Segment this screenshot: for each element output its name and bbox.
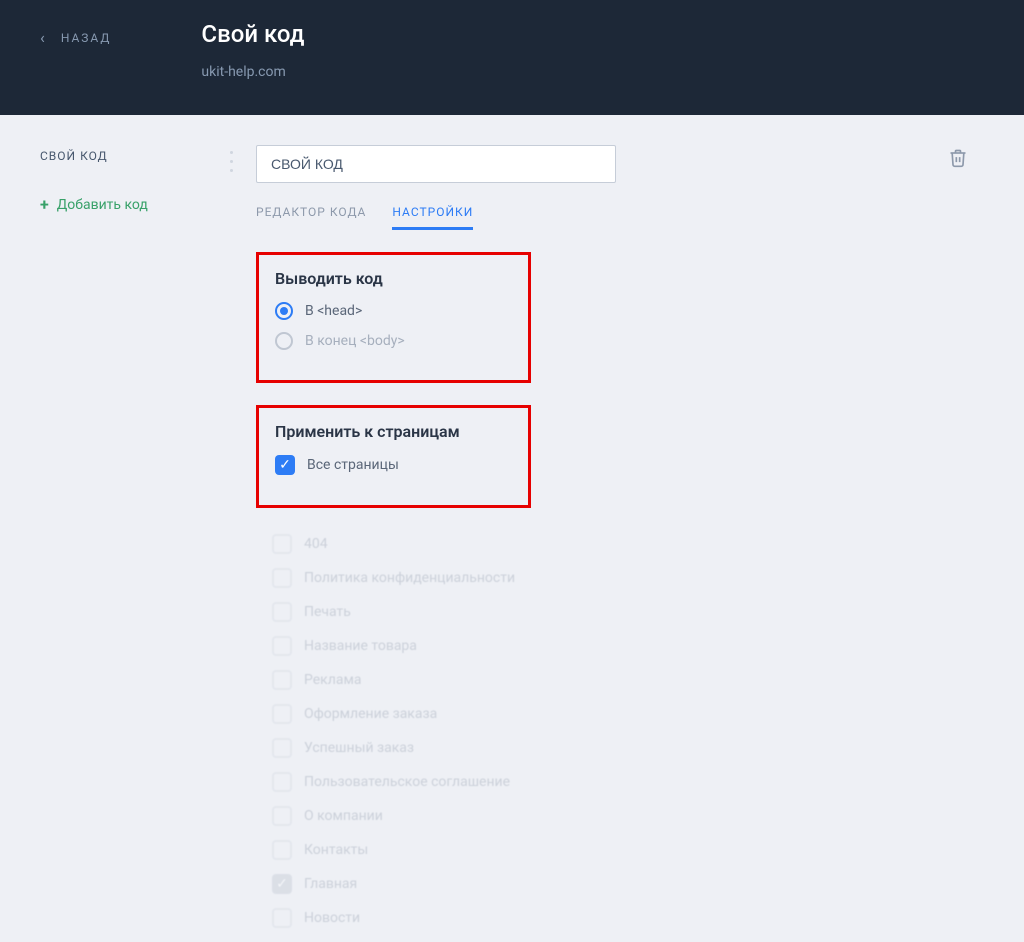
trash-icon [948, 148, 968, 168]
checkbox-unchecked-icon [272, 636, 292, 656]
radio-unchecked-icon [275, 332, 293, 350]
checkbox-unchecked-icon [272, 806, 292, 826]
checkbox-unchecked-icon [272, 534, 292, 554]
checkbox-unchecked-icon [272, 568, 292, 588]
page-item: Пользовательское соглашение [272, 772, 984, 792]
radio-checked-icon [275, 302, 293, 320]
page-item: О компании [272, 806, 984, 826]
sidebar: СВОЙ КОД + Добавить код [40, 145, 230, 942]
page-item: ✓ Главная [272, 874, 984, 894]
tabs: РЕДАКТОР КОДА НАСТРОЙКИ [256, 205, 984, 230]
section-output-title: Выводить код [275, 269, 512, 288]
page-item-label: Успешный заказ [304, 740, 414, 756]
page-item-label: Оформление заказа [304, 706, 437, 722]
page-item-label: О компании [304, 808, 383, 824]
add-code-label: Добавить код [57, 197, 148, 213]
checkbox-unchecked-icon [272, 670, 292, 690]
page-item: Контакты [272, 840, 984, 860]
page-item: 404 [272, 534, 984, 554]
checkbox-checked-icon: ✓ [272, 874, 292, 894]
page-item-label: Печать [304, 604, 351, 620]
output-body-label: В конец <body> [305, 333, 405, 349]
page-item: Новости [272, 908, 984, 928]
section-apply: Применить к страницам ✓ Все страницы [256, 405, 531, 508]
page-item-label: Политика конфиденциальности [304, 570, 515, 586]
page-subtitle: ukit-help.com [201, 64, 304, 80]
page-item: Оформление заказа [272, 704, 984, 724]
sidebar-item-mycode[interactable]: СВОЙ КОД [40, 145, 230, 167]
page-item-label: Главная [304, 876, 357, 892]
output-head-label: В <head> [305, 303, 362, 319]
checkbox-unchecked-icon [272, 772, 292, 792]
output-head-option[interactable]: В <head> [275, 302, 512, 320]
plus-icon: + [40, 195, 49, 214]
page-item: Название товара [272, 636, 984, 656]
page-title: Свой код [201, 20, 304, 48]
all-pages-option[interactable]: ✓ Все страницы [275, 455, 512, 475]
tab-settings[interactable]: НАСТРОЙКИ [392, 205, 473, 230]
page-item: Печать [272, 602, 984, 622]
page-item-label: Новости [304, 910, 360, 926]
page-item: Реклама [272, 670, 984, 690]
page-item-label: 404 [304, 536, 328, 552]
add-code-button[interactable]: + Добавить код [40, 195, 230, 214]
chevron-left-icon: ‹ [40, 30, 47, 46]
section-output: Выводить код В <head> В конец <body> [256, 252, 531, 383]
checkbox-unchecked-icon [272, 704, 292, 724]
main-panel: РЕДАКТОР КОДА НАСТРОЙКИ Выводить код В <… [256, 145, 984, 942]
pages-list: 404 Политика конфиденциальности Печать Назв… [272, 534, 984, 928]
back-button[interactable]: ‹ НАЗАД [40, 30, 111, 46]
checkbox-unchecked-icon [272, 738, 292, 758]
page-item-label: Контакты [304, 842, 368, 858]
delete-button[interactable] [948, 148, 968, 172]
tab-editor[interactable]: РЕДАКТОР КОДА [256, 205, 366, 230]
checkbox-checked-icon: ✓ [275, 455, 295, 475]
checkbox-unchecked-icon [272, 602, 292, 622]
checkbox-unchecked-icon [272, 840, 292, 860]
page-item: Политика конфиденциальности [272, 568, 984, 588]
page-item-label: Название товара [304, 638, 417, 654]
page-item-label: Реклама [304, 672, 361, 688]
back-label: НАЗАД [61, 31, 112, 45]
checkbox-unchecked-icon [272, 908, 292, 928]
code-name-input[interactable] [256, 145, 616, 183]
output-body-option[interactable]: В конец <body> [275, 332, 512, 350]
sidebar-resize-handle[interactable] [230, 151, 234, 942]
header: ‹ НАЗАД Свой код ukit-help.com [0, 0, 1024, 115]
section-apply-title: Применить к страницам [275, 422, 512, 441]
page-item-label: Пользовательское соглашение [304, 774, 510, 790]
all-pages-label: Все страницы [307, 457, 399, 473]
page-item: Успешный заказ [272, 738, 984, 758]
